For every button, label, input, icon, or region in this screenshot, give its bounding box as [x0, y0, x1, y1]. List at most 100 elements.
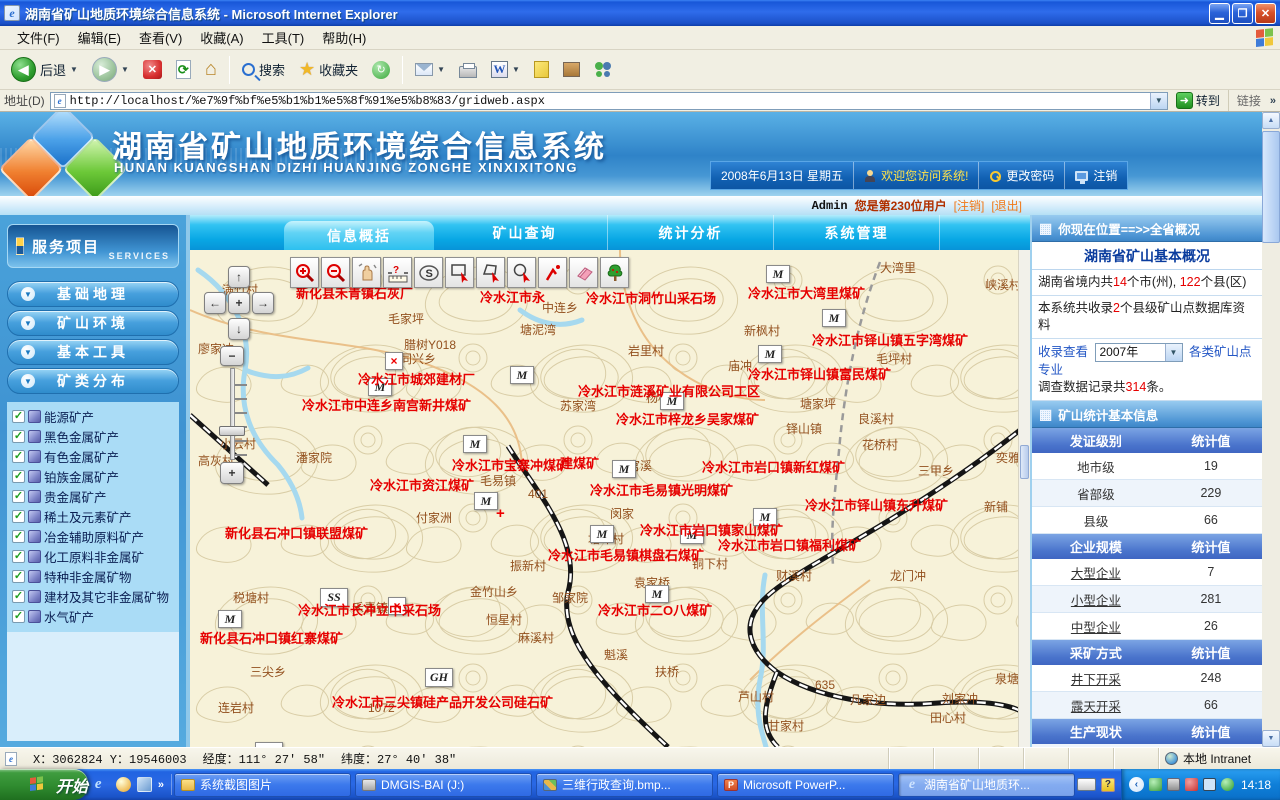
map-marker-M[interactable]: M: [590, 525, 614, 543]
quick-media-icon[interactable]: [116, 777, 131, 792]
rect-select-button[interactable]: [445, 257, 474, 288]
page-scrollbar[interactable]: ▲ ▼: [1262, 112, 1280, 747]
mine-label[interactable]: 冷水江市大湾里煤矿: [748, 283, 865, 302]
pan-right-button[interactable]: →: [252, 292, 274, 314]
mine-label[interactable]: 冷水江市梓龙乡吴家煤矿: [616, 409, 759, 428]
word-dropdown-icon[interactable]: ▼: [512, 65, 520, 74]
pan-hand-button[interactable]: [352, 257, 381, 288]
pan-left-button[interactable]: ←: [204, 292, 226, 314]
full-extent-button[interactable]: S: [414, 257, 443, 288]
back-dropdown-icon[interactable]: ▼: [70, 65, 78, 74]
layer-item[interactable]: ✓贵金属矿产: [12, 486, 179, 506]
map-vertical-scrollbar[interactable]: [1018, 250, 1030, 747]
map-marker-M[interactable]: M: [766, 265, 790, 283]
mine-label[interactable]: 冷水江市毛易镇光明煤矿: [590, 480, 733, 499]
minimize-button[interactable]: ▁: [1209, 3, 1230, 24]
address-dropdown-icon[interactable]: ▼: [1150, 93, 1167, 109]
taskbar-window[interactable]: PMicrosoft PowerP...: [717, 773, 894, 797]
refresh-button[interactable]: ⟳: [171, 58, 196, 81]
checkbox-checked-icon[interactable]: ✓: [12, 430, 25, 443]
search-button[interactable]: 搜索: [237, 58, 290, 81]
taskbar-window[interactable]: e湖南省矿山地质环...: [898, 773, 1075, 797]
links-chevron-icon[interactable]: »: [1270, 95, 1276, 107]
logout-link[interactable]: [注销]: [954, 197, 985, 214]
quick-desktop-icon[interactable]: [137, 777, 152, 792]
mine-label[interactable]: 冷水江市铎山镇富民煤矿: [748, 364, 891, 383]
year-select-dropdown-icon[interactable]: ▼: [1165, 344, 1182, 361]
map-marker-M[interactable]: M: [822, 309, 846, 327]
checkbox-checked-icon[interactable]: ✓: [12, 570, 25, 583]
zoom-in-button[interactable]: [290, 257, 319, 288]
keyboard-icon[interactable]: [1077, 778, 1096, 791]
quick-ie-icon[interactable]: e: [95, 777, 110, 792]
note-button[interactable]: [529, 59, 554, 80]
mine-label[interactable]: 冷水江市二O八煤矿: [598, 600, 712, 619]
sidebar-button[interactable]: ▼矿类分布: [7, 368, 179, 394]
circle-select-button[interactable]: [507, 257, 536, 288]
mine-label[interactable]: 冷水江市铎山镇五字湾煤矿: [812, 330, 968, 349]
map-marker-GH[interactable]: GH: [425, 668, 453, 687]
menu-item[interactable]: 收藏(A): [191, 25, 252, 50]
map-canvas[interactable]: 满竹村毛家坪腊树Y018塘泥湾中连乡廖家冲同兴乡岩里村庙冲大湾里峡溪村新枫村毛坪…: [190, 250, 1030, 747]
mine-label[interactable]: 冷水江市岩口镇新红煤矿: [702, 457, 845, 476]
mail-button[interactable]: ▼: [410, 61, 450, 78]
zoom-plus-button[interactable]: +: [220, 462, 244, 484]
checkbox-checked-icon[interactable]: ✓: [12, 470, 25, 483]
map-scrollbar-thumb[interactable]: [1020, 445, 1029, 479]
mine-label[interactable]: 冷水江市三尖镇硅产品开发公司硅石矿: [332, 692, 553, 711]
start-button[interactable]: 开始: [0, 769, 88, 800]
menu-item[interactable]: 工具(T): [253, 25, 314, 50]
mine-label[interactable]: 冷水江市长冲立中采石场: [298, 600, 441, 619]
tray-chevron-icon[interactable]: ‹: [1129, 777, 1144, 792]
tab-3[interactable]: 统计分析: [608, 215, 774, 250]
pan-up-button[interactable]: ↑: [228, 266, 250, 288]
scrollbar-thumb[interactable]: [1262, 131, 1280, 243]
maximize-button[interactable]: ❐: [1232, 3, 1253, 24]
map-marker-M[interactable]: M: [218, 610, 242, 628]
mine-label[interactable]: 冷水江市中连乡南宫新井煤矿: [302, 395, 471, 414]
layer-item[interactable]: ✓特种非金属矿物: [12, 566, 179, 586]
discuss-button[interactable]: [558, 60, 585, 79]
menu-item[interactable]: 查看(V): [130, 25, 191, 50]
forward-button[interactable]: ▶ ▼: [87, 55, 134, 84]
mine-label[interactable]: 冷水江市资江煤矿: [370, 475, 474, 494]
layer-item[interactable]: ✓铂族金属矿产: [12, 466, 179, 486]
layer-item[interactable]: ✓化工原料非金属矿: [12, 546, 179, 566]
tab-4[interactable]: 系统管理: [774, 215, 940, 250]
go-button[interactable]: ➜ 转到: [1173, 92, 1223, 109]
mine-label[interactable]: 冷水江市岩口镇福利煤矿: [718, 535, 861, 554]
checkbox-checked-icon[interactable]: ✓: [12, 610, 25, 623]
mine-label[interactable]: 冷水江市洞竹山采石场: [586, 288, 716, 307]
mine-label[interactable]: 新化县石冲口镇联盟煤矿: [225, 523, 368, 542]
map-marker-M[interactable]: M: [463, 435, 487, 453]
tray-icon-green[interactable]: [1149, 778, 1162, 791]
tab-2[interactable]: 矿山查询: [442, 215, 608, 250]
layer-item[interactable]: ✓黑色金属矿产: [12, 426, 179, 446]
checkbox-checked-icon[interactable]: ✓: [12, 590, 25, 603]
links-label[interactable]: 链接: [1228, 90, 1265, 111]
tray-icon-red[interactable]: [1185, 778, 1198, 791]
forward-dropdown-icon[interactable]: ▼: [121, 65, 129, 74]
checkbox-checked-icon[interactable]: ✓: [12, 530, 25, 543]
mine-label[interactable]: 新化县石冲口镇红寨煤矿: [200, 628, 343, 647]
tray-icon-gray[interactable]: [1167, 778, 1180, 791]
draw-line-button[interactable]: [538, 257, 567, 288]
mine-label[interactable]: 冷水江市涟溪矿业有限公司工区: [578, 381, 760, 400]
tray-icon-play[interactable]: [1221, 778, 1234, 791]
mail-dropdown-icon[interactable]: ▼: [437, 65, 445, 74]
sidebar-button[interactable]: ▼基础地理: [7, 281, 179, 307]
scroll-down-icon[interactable]: ▼: [1262, 730, 1280, 747]
tab-1[interactable]: 信息概括: [284, 221, 434, 250]
mine-label[interactable]: 冷水江市铎山镇东升煤矿: [805, 495, 948, 514]
legend-tree-button[interactable]: [600, 257, 629, 288]
change-password-button[interactable]: 更改密码: [978, 162, 1064, 189]
logout-button[interactable]: 注销: [1064, 162, 1127, 189]
close-button[interactable]: ✕: [1255, 3, 1276, 24]
exit-link[interactable]: [退出]: [991, 197, 1022, 214]
zoom-out-button[interactable]: [321, 257, 350, 288]
quick-more-icon[interactable]: »: [158, 779, 164, 791]
map-marker-X[interactable]: ×: [385, 352, 403, 370]
mine-label[interactable]: 冷水江市宝寨冲煤矿: [452, 455, 569, 474]
map-marker-DP[interactable]: DP: [255, 742, 283, 747]
menu-item[interactable]: 编辑(E): [69, 25, 130, 50]
